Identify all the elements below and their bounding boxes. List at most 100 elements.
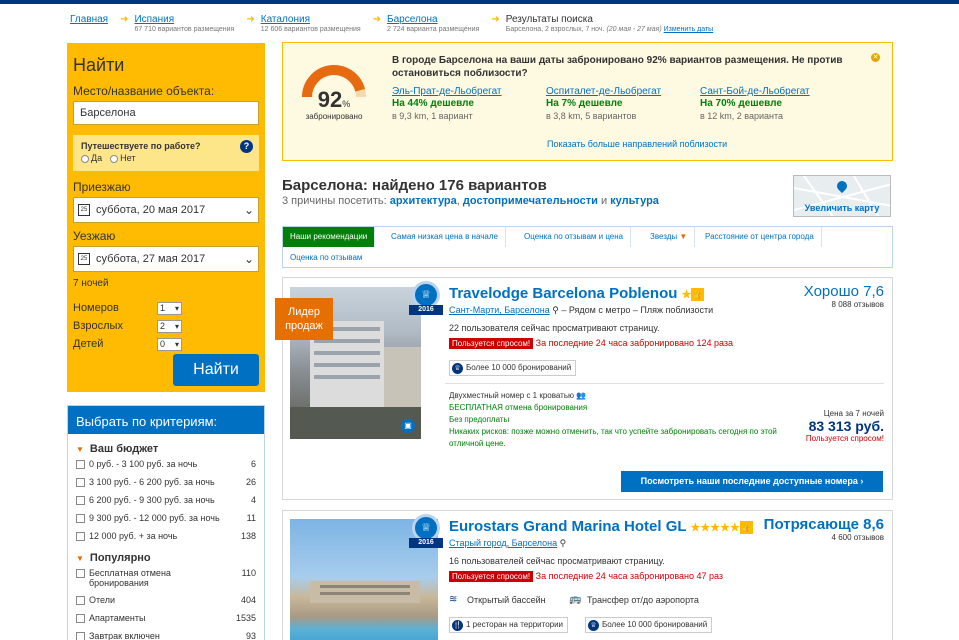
popular-option-count: 404 [240, 595, 256, 605]
tab-review-score[interactable]: Оценка по отзывам [283, 248, 369, 268]
free-cancellation: БЕСПЛАТНАЯ отмена бронирования [449, 403, 588, 412]
breadcrumb-spain-link[interactable]: Испания [134, 14, 234, 25]
breadcrumb-catalonia-link[interactable]: Каталония [261, 14, 361, 25]
close-icon[interactable]: ✕ [871, 53, 880, 62]
business-no-radio[interactable]: Нет [110, 153, 135, 163]
checkbox[interactable] [76, 514, 85, 523]
breadcrumb-barcelona-link[interactable]: Барселона [387, 14, 479, 25]
hotel-card[interactable]: ♕ 2016 Eurostars Grand Marina Hotel GL ★… [282, 510, 893, 640]
popular-filter-option[interactable]: Завтрак включен 93 [76, 631, 256, 640]
budget-title: Ваш бюджет [89, 443, 159, 455]
breadcrumb-catalonia[interactable]: ➜ Каталония 12 606 вариантов размещения [246, 14, 360, 34]
price-block: Цена за 7 ночей 83 313 руб. Пользуется с… [806, 409, 884, 443]
checkbox[interactable] [76, 632, 85, 640]
help-icon[interactable]: ? [240, 140, 253, 153]
business-travel-question: Путешествуете по работе? [81, 141, 201, 151]
tab-recommended[interactable]: Наши рекомендации [283, 227, 376, 247]
reason-culture[interactable]: культура [610, 195, 659, 207]
popular-option-count: 93 [245, 631, 256, 640]
budget-filter-option[interactable]: 0 руб. - 3 100 руб. за ночь 6 [76, 459, 256, 477]
facility-pool: ≋ Открытый бассейн [449, 594, 546, 606]
breadcrumb-home-link[interactable]: Главная [70, 14, 108, 25]
thumbs-up-icon: 👍 [739, 520, 753, 534]
popular-filter-option[interactable]: Апартаменты 1535 [76, 613, 256, 631]
checkbox[interactable] [76, 460, 85, 469]
checkbox[interactable] [76, 496, 85, 505]
destination-input[interactable]: Барселона [73, 101, 259, 125]
hotel-address: Старый город, Барселона ⚲ [449, 538, 566, 549]
checkbox[interactable] [76, 569, 85, 578]
breadcrumb-results: ➜ Результаты поиска Барселона, 2 взрослых… [491, 14, 713, 34]
popular-option-label: Апартаменты [89, 613, 146, 623]
nearby-option-name[interactable]: Эль-Прат-де-Льобрегат [392, 86, 502, 98]
trophy-icon: ♕ [452, 362, 463, 374]
budget-filter-option[interactable]: 6 200 руб. - 9 300 руб. за ночь 4 [76, 495, 256, 513]
hotel-score[interactable]: Хорошо 7,6 8 088 отзывов [804, 283, 884, 309]
nearby-option-details: в 3,8 km, 5 вариантов [546, 111, 637, 121]
budget-filter-option[interactable]: 3 100 руб. - 6 200 руб. за ночь 26 [76, 477, 256, 495]
hotel-card[interactable]: ▣ Лидер продаж ♕ 2016 Travelodge Barcelo… [275, 277, 893, 500]
change-dates-link[interactable]: Изменить даты [664, 26, 714, 33]
search-panel: Найти Место/название объекта: Барселона … [67, 43, 265, 392]
nearby-option[interactable]: Оспиталет-де-Льобрегат На 7% дешевле в 3… [546, 86, 661, 122]
bestseller-ribbon: Лидер продаж [275, 298, 333, 340]
popular-filter-option[interactable]: Отели 404 [76, 595, 256, 613]
hotel-name[interactable]: Travelodge Barcelona Poblenou ★ 👍 [449, 285, 705, 302]
hotel-score[interactable]: Потрясающе 8,6 4 600 отзывов [764, 516, 884, 542]
checkbox[interactable] [76, 478, 85, 487]
viewing-now: 22 пользователя сейчас просматривают стр… [449, 323, 660, 333]
top-bar [0, 0, 959, 4]
budget-option-count: 26 [245, 477, 256, 487]
rooms-select[interactable]: 1 [157, 301, 182, 315]
nearby-option-name[interactable]: Оспиталет-де-Льобрегат [546, 86, 661, 98]
budget-filter-option[interactable]: 12 000 руб. + за ночь 138 [76, 531, 256, 549]
breadcrumb-spain[interactable]: ➜ Испания 67 710 вариантов размещения [120, 14, 234, 34]
tab-lowest-price[interactable]: Самая низкая цена в начале [384, 227, 506, 247]
children-select[interactable]: 0 [157, 337, 182, 351]
checkbox[interactable] [76, 532, 85, 541]
tab-distance[interactable]: Расстояние от центра города [698, 227, 822, 247]
no-prepayment: Без предоплаты [449, 415, 510, 424]
chevron-down-icon: ⌄ [243, 252, 254, 266]
hotel-features: – Рядом с метро – Пляж поблизости [561, 305, 714, 315]
business-yes-radio[interactable]: Да [81, 153, 102, 163]
more-destinations-link[interactable]: Показать больше направлений поблизости [547, 139, 727, 149]
hotel-name[interactable]: Eurostars Grand Marina Hotel GL ★★★★★ 👍 [449, 518, 753, 535]
checkbox[interactable] [76, 614, 85, 623]
cutlery-icon: 🍴 [452, 619, 463, 631]
calendar-icon: 25 [78, 253, 90, 265]
checkout-date-picker[interactable]: 25 суббота, 27 мая 2017 ⌄ [73, 246, 259, 272]
see-available-rooms-button[interactable]: Посмотреть наши последние доступные номе… [621, 471, 883, 492]
breadcrumb-home[interactable]: Главная [70, 14, 108, 34]
booked-label: забронировано [305, 112, 363, 121]
popular-option-count: 110 [241, 568, 256, 578]
nearby-option[interactable]: Эль-Прат-де-Льобрегат На 44% дешевле в 9… [392, 86, 502, 122]
room-type[interactable]: Двухместный номер с 1 кроватью 👥 [449, 390, 789, 402]
checkbox[interactable] [76, 596, 85, 605]
filters-panel: Выбрать по критериям: ▼ Ваш бюджет 0 руб.… [67, 405, 265, 640]
tab-stars[interactable]: Звезды ▼ [643, 227, 696, 247]
search-button[interactable]: Найти [173, 354, 259, 386]
tab-review-and-price[interactable]: Оценка по отзывам и цена [517, 227, 632, 247]
enlarge-map-label[interactable]: Увеличить карту [794, 203, 890, 213]
nearby-option-name[interactable]: Сант-Бой-де-Льобрегат [700, 86, 810, 98]
district-link[interactable]: Сант-Марти, Барселона [449, 305, 550, 315]
map-preview[interactable]: Увеличить карту [793, 175, 891, 217]
star-icon: ★ [681, 289, 692, 301]
booked-percent: 92% [317, 87, 351, 112]
price-value: 83 313 руб. [808, 418, 884, 434]
breadcrumb-barcelona[interactable]: ➜ Барселона 2 724 варианта размещения [373, 14, 480, 34]
budget-filter-option[interactable]: 9 300 руб. - 12 000 руб. за ночь 11 [76, 513, 256, 531]
budget-option-count: 4 [250, 495, 256, 505]
score-word: Потрясающе 8,6 [763, 516, 884, 533]
reason-architecture[interactable]: архитектура [390, 195, 457, 207]
checkin-date-picker[interactable]: 25 суббота, 20 мая 2017 ⌄ [73, 197, 259, 223]
district-link[interactable]: Старый город, Барселона [449, 538, 557, 548]
popular-filter-option[interactable]: Бесплатная отмена бронирования 110 [76, 568, 256, 595]
reason-sights[interactable]: достопримечательности [463, 195, 598, 207]
budget-option-label: 3 100 руб. - 6 200 руб. за ночь [89, 477, 215, 487]
sort-tabs: Наши рекомендации Самая низкая цена в на… [282, 226, 893, 268]
adults-select[interactable]: 2 [157, 319, 182, 333]
filters-title: Выбрать по критериям: [68, 406, 264, 434]
nearby-option[interactable]: Сант-Бой-де-Льобрегат На 70% дешевле в 1… [700, 86, 810, 122]
